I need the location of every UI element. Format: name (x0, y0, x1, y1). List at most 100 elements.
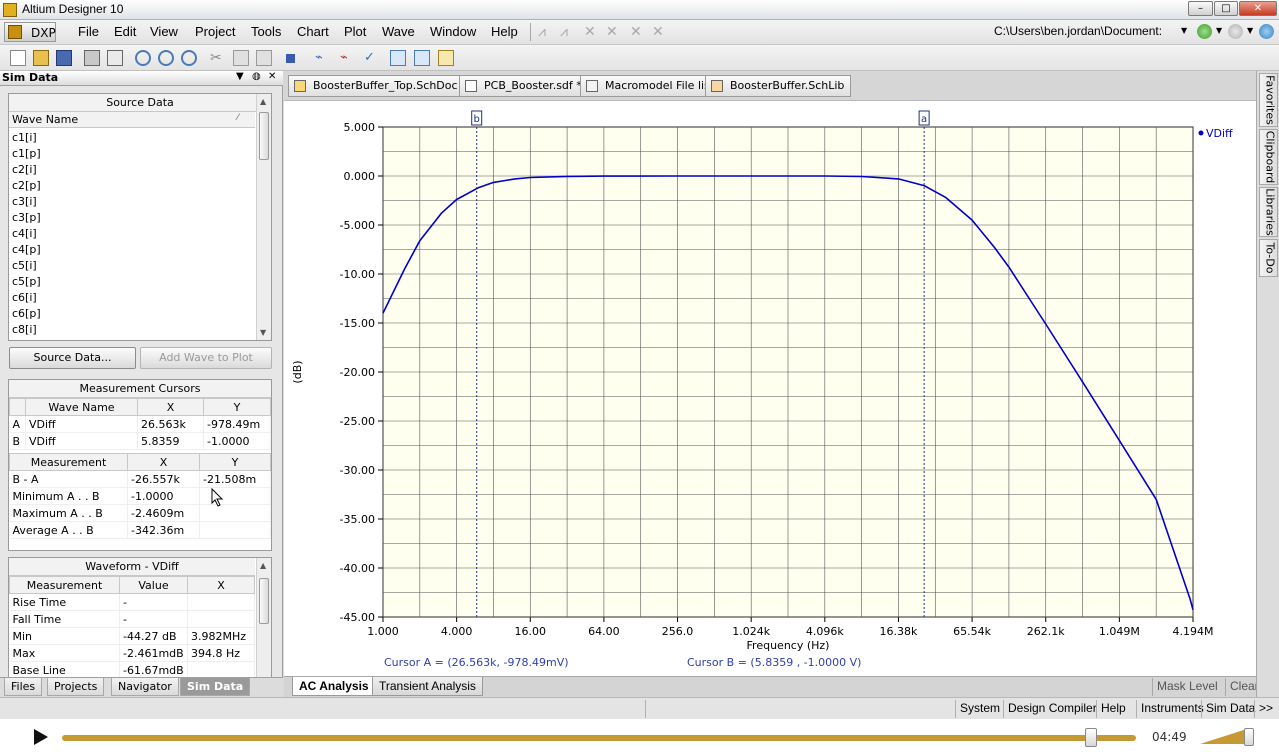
menu-wave[interactable]: Wave (382, 24, 415, 39)
menu-edit[interactable]: Edit (114, 24, 136, 39)
scroll-thumb[interactable] (259, 112, 269, 160)
list-item[interactable]: c3[p] (9, 210, 255, 226)
menu-separator (530, 23, 531, 41)
tab-favorites[interactable]: Favorites (1259, 73, 1278, 127)
ac-analysis-chart[interactable]: 1.000 4.000 16.00 64.00 256.0 1.024k 4.096k 16.… (284, 101, 1256, 676)
forward-icon[interactable] (1228, 24, 1243, 39)
tab-navigator[interactable]: Navigator (111, 678, 179, 696)
panel-menu-icon[interactable]: ▼ (236, 71, 244, 82)
list-item[interactable]: c8[i] (9, 322, 255, 338)
new-chart-icon[interactable] (390, 50, 406, 66)
x-tick-label: 4.096k (806, 625, 844, 638)
help-button[interactable]: Help (1096, 700, 1130, 718)
remove-wave-icon[interactable]: ⌁ (340, 50, 356, 66)
menu-project[interactable]: Project (195, 24, 235, 39)
cut-icon[interactable]: ✂ (210, 50, 226, 66)
instruments-button[interactable]: Instruments (1136, 700, 1208, 718)
list-item[interactable]: c4[i] (9, 226, 255, 242)
zoom-in-icon[interactable] (135, 50, 151, 66)
list-item[interactable]: c2[i] (9, 162, 255, 178)
design-compiler-button[interactable]: Design Compiler (1003, 700, 1101, 718)
chevron-down-icon[interactable]: ▼ (1216, 26, 1222, 35)
chevron-down-icon[interactable]: ▼ (1247, 26, 1253, 35)
volume-knob[interactable] (1244, 728, 1254, 746)
tab-ac-analysis[interactable]: AC Analysis (292, 677, 376, 696)
system-button[interactable]: System (955, 700, 1004, 718)
progress-knob[interactable] (1085, 728, 1097, 747)
table-row[interactable]: A VDiff 26.563k -978.49m (9, 415, 271, 433)
tab-to-do[interactable]: To-Do (1259, 239, 1278, 277)
chart-options-icon[interactable] (414, 50, 430, 66)
list-item[interactable]: c3[i] (9, 194, 255, 210)
zoom-fit-icon[interactable] (181, 50, 197, 66)
tab-files[interactable]: Files (4, 678, 43, 696)
add-wave-to-plot-button[interactable]: Add Wave to Plot (140, 347, 272, 369)
play-icon[interactable] (34, 729, 48, 745)
back-icon[interactable] (1197, 24, 1212, 39)
tab-sim-data[interactable]: Sim Data (180, 678, 251, 696)
more-button[interactable]: >> (1254, 700, 1277, 718)
tab-label: To-Do (1263, 242, 1277, 274)
chart-export-icon[interactable] (438, 50, 454, 66)
menu-help[interactable]: Help (491, 24, 518, 39)
minimize-button[interactable]: – (1188, 1, 1213, 16)
x-axis-label: Frequency (Hz) (747, 639, 830, 652)
tab-transient-analysis[interactable]: Transient Analysis (372, 677, 483, 696)
measurement-x: -2.4609m (127, 504, 200, 522)
panel-tabs: Files Projects Navigator Sim Data (0, 677, 283, 697)
scroll-down-icon[interactable]: ▼ (260, 328, 266, 337)
list-item[interactable]: c6[p] (9, 306, 255, 322)
maximize-button[interactable]: □ (1214, 1, 1238, 16)
chevron-down-icon[interactable]: ▼ (1181, 26, 1187, 35)
add-wave-icon[interactable]: ⌁ (315, 50, 331, 66)
tab-boosterbuffer-schlib[interactable]: BoosterBuffer.SchLib (705, 75, 852, 97)
list-item[interactable]: c5[i] (9, 258, 255, 274)
tab-pcb-booster-sdf[interactable]: PCB_Booster.sdf * (459, 75, 589, 97)
panel-close-icon[interactable]: ✕ (268, 71, 276, 82)
print-preview-icon[interactable] (107, 50, 123, 66)
tab-macromodel-file-list[interactable]: Macromodel File list (580, 75, 722, 97)
menu-plot[interactable]: Plot (344, 24, 366, 39)
save-icon[interactable] (56, 50, 72, 66)
y-tick-label: -20.00 (340, 366, 375, 379)
open-icon[interactable] (33, 50, 49, 66)
zoom-out-icon[interactable] (158, 50, 174, 66)
list-item[interactable]: c4[p] (9, 242, 255, 258)
menu-file[interactable]: File (78, 24, 99, 39)
table-row[interactable]: B VDiff 5.8359 -1.0000 (9, 432, 271, 450)
progress-track[interactable] (62, 735, 1136, 741)
scroll-up-icon[interactable]: ▲ (260, 97, 266, 106)
menu-tools[interactable]: Tools (251, 24, 281, 39)
mask-level-button[interactable]: Mask Level (1152, 678, 1222, 696)
scroll-up-icon[interactable]: ▲ (260, 561, 266, 570)
list-item[interactable]: c1[i] (9, 130, 255, 146)
home-icon[interactable] (1259, 24, 1274, 39)
paste-icon[interactable] (256, 50, 272, 66)
stop-icon[interactable] (286, 54, 295, 63)
menu-chart[interactable]: Chart (297, 24, 329, 39)
list-item[interactable]: c6[i] (9, 290, 255, 306)
source-data-button[interactable]: Source Data... (9, 347, 136, 369)
sim-data-button[interactable]: Sim Data (1201, 700, 1259, 718)
tab-projects[interactable]: Projects (47, 678, 105, 696)
volume-icon[interactable] (1200, 728, 1250, 744)
tab-boosterbuffer-top-schdoc[interactable]: BoosterBuffer_Top.SchDoc * (288, 75, 474, 97)
print-icon[interactable] (84, 50, 100, 66)
y-tick-label: -15.00 (340, 317, 375, 330)
wave-name-column-header[interactable]: Wave Name ⁄ (9, 112, 255, 128)
list-item[interactable]: c5[p] (9, 274, 255, 290)
pin-icon[interactable]: ◍ (252, 71, 261, 82)
close-button[interactable]: ✕ (1239, 1, 1277, 16)
wave-list-scrollbar[interactable]: ▲ ▼ (256, 94, 271, 340)
dxp-menu-button[interactable]: DXP (4, 22, 56, 42)
new-icon[interactable] (10, 50, 26, 66)
scroll-thumb[interactable] (259, 578, 269, 624)
copy-icon[interactable] (233, 50, 249, 66)
document-path-dropdown[interactable]: C:\Users\ben.jordan\Document: (994, 24, 1190, 41)
menu-window[interactable]: Window (430, 24, 476, 39)
check-wave-icon[interactable]: ✓ (364, 50, 380, 66)
menu-view[interactable]: View (150, 24, 178, 39)
list-item[interactable]: c1[p] (9, 146, 255, 162)
list-item[interactable]: c2[p] (9, 178, 255, 194)
cursor-nav-icon: ⩘ (560, 24, 568, 40)
